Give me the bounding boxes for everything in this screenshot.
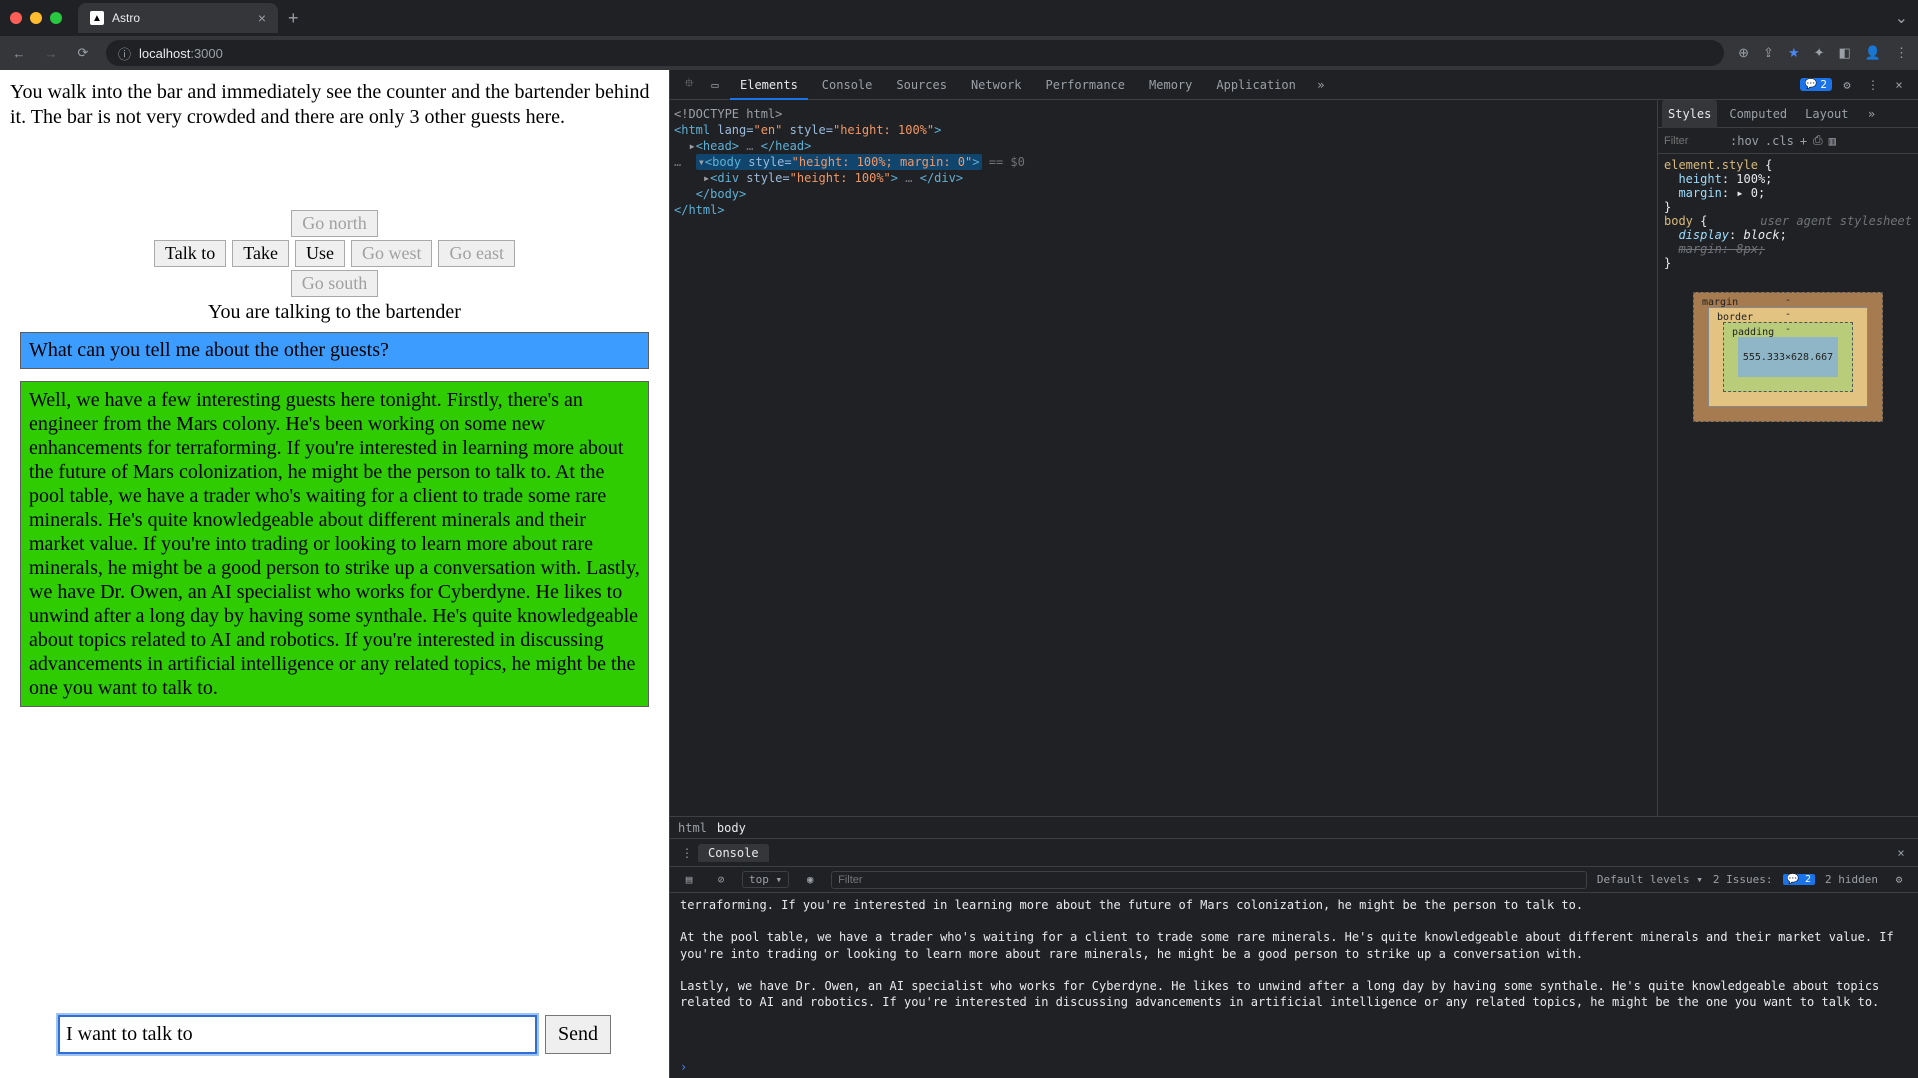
go-east-button[interactable]: Go east bbox=[438, 240, 514, 267]
tab-application[interactable]: Application bbox=[1206, 70, 1305, 100]
go-north-button[interactable]: Go north bbox=[291, 210, 378, 237]
talking-to-label: You are talking to the bartender bbox=[10, 301, 659, 324]
styles-filter-input[interactable] bbox=[1664, 135, 1724, 147]
dom-breadcrumb[interactable]: html body bbox=[670, 816, 1918, 838]
window-title-bar: ▲ Astro × + ⌄ bbox=[0, 0, 1918, 36]
issues-count-badge[interactable]: 💬 2 bbox=[1783, 874, 1816, 885]
styles-tab-computed[interactable]: Computed bbox=[1723, 100, 1793, 128]
tabs-overflow-icon[interactable]: » bbox=[1310, 78, 1332, 92]
tab-close-icon[interactable]: × bbox=[258, 10, 266, 26]
narration-text: You walk into the bar and immediately se… bbox=[10, 80, 659, 130]
player-question: What can you tell me about the other gue… bbox=[20, 332, 649, 369]
clear-console-icon[interactable]: ⊘ bbox=[710, 873, 732, 886]
share-icon[interactable]: ⇪ bbox=[1763, 45, 1774, 61]
window-overflow-icon[interactable]: ⌄ bbox=[1895, 8, 1908, 28]
device-toolbar-icon[interactable]: ▭ bbox=[704, 78, 726, 92]
tab-sources[interactable]: Sources bbox=[886, 70, 957, 100]
inspect-icon[interactable]: ⯐ bbox=[678, 74, 700, 95]
new-tab-button[interactable]: + bbox=[288, 8, 299, 29]
back-button[interactable]: ← bbox=[10, 46, 28, 61]
console-drawer: ⋮ Console × ▤ ⊘ top ▾ ◉ Default levels ▾… bbox=[670, 838, 1918, 1078]
tab-console[interactable]: Console bbox=[812, 70, 883, 100]
cls-toggle[interactable]: .cls bbox=[1765, 134, 1794, 148]
go-west-button[interactable]: Go west bbox=[351, 240, 433, 267]
styles-icon-a[interactable]: ⎙ bbox=[1813, 133, 1823, 148]
tab-title: Astro bbox=[112, 11, 140, 25]
settings-icon[interactable]: ⚙ bbox=[1836, 78, 1858, 92]
console-toolbar: ▤ ⊘ top ▾ ◉ Default levels ▾ 2 Issues: 💬… bbox=[670, 867, 1918, 893]
console-log[interactable]: terraforming. If you're interested in le… bbox=[670, 893, 1918, 1060]
hov-toggle[interactable]: :hov bbox=[1730, 134, 1759, 148]
hidden-count: 2 hidden bbox=[1825, 873, 1878, 886]
styles-rules[interactable]: element.style { height: 100%; margin: ▸ … bbox=[1658, 154, 1918, 274]
elements-panel: <!DOCTYPE html> <html lang="en" style="h… bbox=[670, 100, 1918, 816]
address-bar: ← → ⟳ ⓘ localhost:3000 ⊕ ⇪ ★ ✦ ◧ 👤 ⋮ bbox=[0, 36, 1918, 70]
issues-label: 2 Issues: bbox=[1713, 873, 1773, 886]
tab-performance[interactable]: Performance bbox=[1036, 70, 1135, 100]
breadcrumb-html[interactable]: html bbox=[678, 821, 707, 835]
chat-input[interactable] bbox=[58, 1015, 537, 1054]
breadcrumb-body[interactable]: body bbox=[717, 821, 746, 835]
tab-network[interactable]: Network bbox=[961, 70, 1032, 100]
page-content: You walk into the bar and immediately se… bbox=[0, 70, 669, 1078]
profile-icon[interactable]: 👤 bbox=[1865, 45, 1881, 61]
dom-tree[interactable]: <!DOCTYPE html> <html lang="en" style="h… bbox=[670, 100, 1658, 816]
dom-selected-suffix: == $0 bbox=[982, 155, 1025, 169]
console-settings-icon[interactable]: ⚙ bbox=[1888, 873, 1910, 886]
send-button[interactable]: Send bbox=[545, 1015, 611, 1054]
issues-badge[interactable]: 2 bbox=[1800, 78, 1832, 91]
bookmark-icon[interactable]: ★ bbox=[1788, 45, 1800, 61]
reload-button[interactable]: ⟳ bbox=[74, 45, 92, 61]
window-minimize-icon[interactable] bbox=[30, 12, 42, 24]
action-buttons: Go north Talk to Take Use Go west Go eas… bbox=[10, 210, 659, 297]
url-port: :3000 bbox=[190, 46, 223, 61]
close-drawer-icon[interactable]: × bbox=[1890, 846, 1912, 860]
talk-to-button[interactable]: Talk to bbox=[154, 240, 226, 267]
menu-icon[interactable]: ⋮ bbox=[1895, 45, 1908, 61]
traffic-lights bbox=[10, 12, 62, 24]
devtools-menu-icon[interactable]: ⋮ bbox=[1862, 78, 1884, 92]
log-levels-selector[interactable]: Default levels ▾ bbox=[1597, 873, 1703, 886]
npc-answer: Well, we have a few interesting guests h… bbox=[20, 381, 649, 707]
go-south-button[interactable]: Go south bbox=[291, 270, 379, 297]
styles-panel: Styles Computed Layout » :hov .cls + ⎙ ▥… bbox=[1658, 100, 1918, 816]
new-style-icon[interactable]: + bbox=[1800, 134, 1807, 148]
styles-filter-row: :hov .cls + ⎙ ▥ bbox=[1658, 128, 1918, 154]
context-selector[interactable]: top ▾ bbox=[742, 871, 789, 888]
tab-memory[interactable]: Memory bbox=[1139, 70, 1202, 100]
styles-tabs: Styles Computed Layout » bbox=[1658, 100, 1918, 128]
window-close-icon[interactable] bbox=[10, 12, 22, 24]
input-row: Send bbox=[10, 1015, 659, 1068]
use-button[interactable]: Use bbox=[295, 240, 345, 267]
tab-elements[interactable]: Elements bbox=[730, 70, 808, 100]
console-prompt[interactable]: › bbox=[670, 1060, 1918, 1078]
console-sidebar-icon[interactable]: ▤ bbox=[678, 873, 700, 886]
box-model[interactable]: margin - border - padding - 555.333×628.… bbox=[1693, 292, 1883, 422]
dom-doctype: <!DOCTYPE html> bbox=[674, 107, 782, 121]
zoom-icon[interactable]: ⊕ bbox=[1738, 45, 1749, 61]
url-input[interactable]: ⓘ localhost:3000 bbox=[106, 40, 1724, 66]
forward-button[interactable]: → bbox=[42, 46, 60, 61]
tab-favicon-icon: ▲ bbox=[90, 11, 104, 25]
window-maximize-icon[interactable] bbox=[50, 12, 62, 24]
devtools-tabs: ⯐ ▭ Elements Console Sources Network Per… bbox=[670, 70, 1918, 100]
styles-overflow-icon[interactable]: » bbox=[1861, 107, 1883, 121]
url-host: localhost bbox=[139, 46, 190, 61]
styles-tab-layout[interactable]: Layout bbox=[1799, 100, 1854, 128]
take-button[interactable]: Take bbox=[232, 240, 289, 267]
browser-tab[interactable]: ▲ Astro × bbox=[78, 3, 278, 33]
styles-tab-styles[interactable]: Styles bbox=[1662, 100, 1717, 128]
drawer-tab-console[interactable]: Console bbox=[698, 844, 769, 862]
drawer-menu-icon[interactable]: ⋮ bbox=[676, 846, 698, 860]
live-expression-icon[interactable]: ◉ bbox=[799, 873, 821, 886]
box-model-size: 555.333×628.667 bbox=[1743, 352, 1833, 363]
site-info-icon[interactable]: ⓘ bbox=[118, 44, 131, 63]
close-devtools-icon[interactable]: × bbox=[1888, 78, 1910, 92]
devtools: ⯐ ▭ Elements Console Sources Network Per… bbox=[669, 70, 1918, 1078]
console-filter-input[interactable] bbox=[831, 871, 1587, 889]
side-panel-icon[interactable]: ◧ bbox=[1839, 45, 1851, 61]
styles-icon-b[interactable]: ▥ bbox=[1829, 134, 1836, 148]
toolbar-icons: ⊕ ⇪ ★ ✦ ◧ 👤 ⋮ bbox=[1738, 45, 1908, 61]
extensions-icon[interactable]: ✦ bbox=[1814, 45, 1825, 61]
